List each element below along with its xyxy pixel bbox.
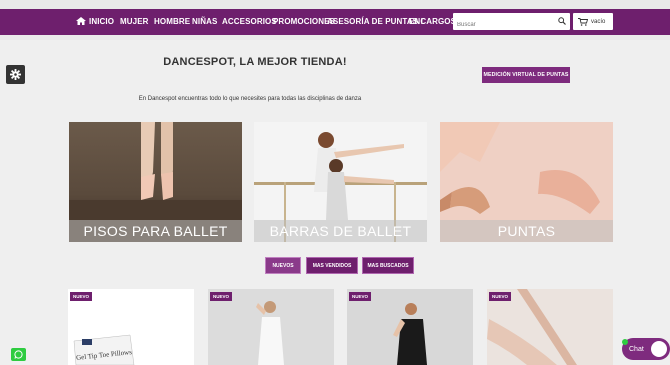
nav-item-mujer[interactable]: MUJER bbox=[120, 17, 149, 26]
top-header: INICIO MUJER HOMBRE NIÑAS ACCESORIOS PRO… bbox=[0, 0, 670, 40]
whatsapp-button[interactable] bbox=[11, 348, 26, 361]
product-card-1[interactable]: Gel Tip Toe Pillows NUEVO bbox=[68, 289, 194, 365]
product-card-3[interactable]: NUEVO bbox=[347, 289, 473, 365]
product-card-4[interactable]: NUEVO bbox=[487, 289, 613, 365]
online-status-dot bbox=[622, 339, 628, 345]
tab-mas-vendidos[interactable]: MAS VENDIDOS bbox=[306, 257, 358, 274]
new-badge: NUEVO bbox=[489, 292, 512, 301]
category-label: PUNTAS bbox=[440, 220, 613, 242]
chat-widget-button[interactable]: Chat bbox=[622, 338, 670, 360]
search-input[interactable] bbox=[453, 16, 553, 34]
whatsapp-icon bbox=[14, 350, 23, 359]
search-box bbox=[453, 13, 570, 34]
tab-nuevos[interactable]: NUEVOS bbox=[265, 257, 301, 274]
nav-item-accesorios[interactable]: ACCESORIOS bbox=[222, 17, 277, 26]
product-card-2[interactable]: NUEVO bbox=[208, 289, 334, 365]
home-icon bbox=[76, 17, 86, 25]
nav-item-hombre[interactable]: HOMBRE bbox=[154, 17, 190, 26]
settings-button[interactable] bbox=[6, 65, 25, 84]
new-badge: NUEVO bbox=[349, 292, 372, 301]
virtual-pointe-measure-button[interactable]: MEDICIÓN VIRTUAL DE PUNTAS bbox=[482, 67, 570, 83]
cart-icon bbox=[578, 17, 588, 26]
nav-item-encargos[interactable]: ENCARGOS bbox=[409, 17, 456, 26]
category-card-pisos[interactable]: PISOS PARA BALLET bbox=[69, 122, 242, 242]
chat-bubble-icon bbox=[651, 341, 667, 357]
gear-icon bbox=[10, 69, 21, 80]
category-card-puntas[interactable]: PUNTAS bbox=[440, 122, 613, 242]
nav-item-promociones[interactable]: PROMOCIONES bbox=[273, 17, 335, 26]
tab-mas-buscados[interactable]: MAS BUSCADOS bbox=[362, 257, 414, 274]
chat-label: Chat bbox=[629, 345, 644, 353]
nav-item-inicio[interactable]: INICIO bbox=[76, 17, 114, 26]
page-title: DANCESPOT, LA MEJOR TIENDA! bbox=[163, 56, 347, 68]
search-icon[interactable] bbox=[558, 17, 566, 25]
main-navigation: INICIO MUJER HOMBRE NIÑAS ACCESORIOS PRO… bbox=[0, 9, 670, 35]
category-card-barras[interactable]: BARRAS DE BALLET bbox=[254, 122, 427, 242]
category-label: PISOS PARA BALLET bbox=[69, 220, 242, 242]
cart-button[interactable]: vacío bbox=[573, 13, 613, 30]
cart-label: vacío bbox=[591, 18, 606, 25]
new-badge: NUEVO bbox=[210, 292, 233, 301]
nav-item-label: INICIO bbox=[89, 17, 115, 26]
page-subtitle: En Dancespot encuentras todo lo que nece… bbox=[138, 96, 362, 102]
new-badge: NUEVO bbox=[70, 292, 93, 301]
nav-item-ninas[interactable]: NIÑAS bbox=[192, 17, 217, 26]
category-label: BARRAS DE BALLET bbox=[254, 220, 427, 242]
